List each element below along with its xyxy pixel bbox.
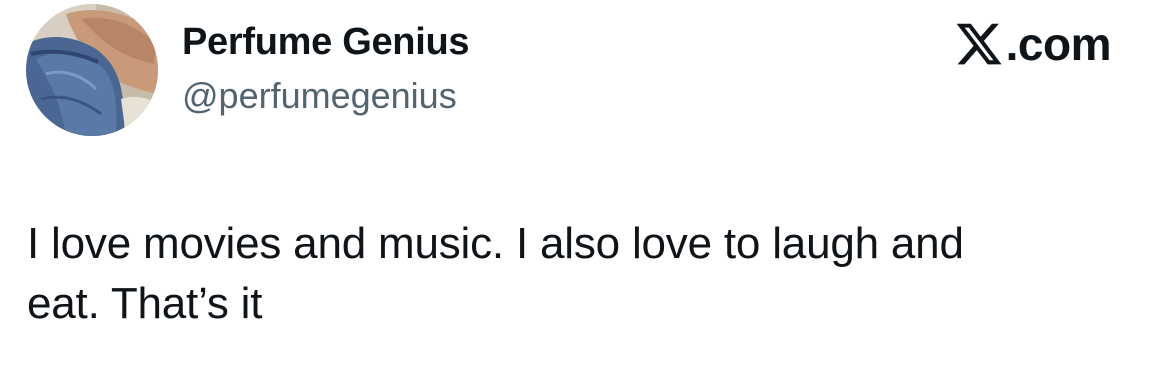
handle[interactable]: @perfumegenius [182,74,469,118]
author-info: Perfume Genius @perfumegenius [182,18,470,118]
tweet-line-2: eat. That’s it [27,279,263,328]
avatar-image [26,4,158,136]
tweet-line-1: I love movies and music. I also love to … [27,219,964,268]
avatar[interactable] [26,4,158,136]
tweet-card: Perfume Genius @perfumegenius .com I lov… [0,0,1161,386]
tweet-text: I love movies and music. I also love to … [27,214,1137,334]
brand-suffix: .com [1005,18,1112,70]
x-logo-icon [956,23,1002,65]
brand-watermark: .com [954,16,1112,72]
display-name[interactable]: Perfume Genius [182,18,470,66]
